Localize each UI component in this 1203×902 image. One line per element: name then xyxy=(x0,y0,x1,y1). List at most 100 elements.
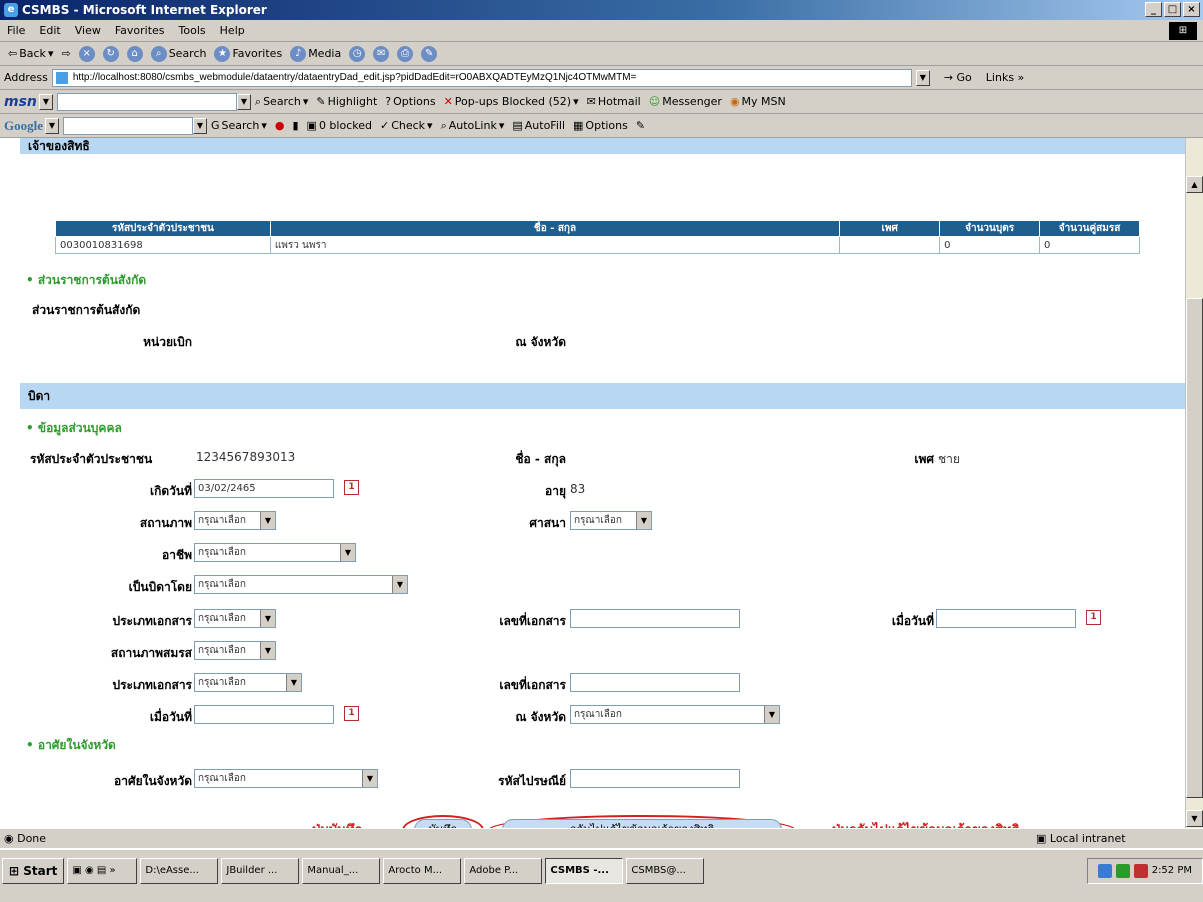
google-search-input[interactable] xyxy=(63,116,193,135)
docno-input[interactable] xyxy=(570,609,740,628)
refresh-button[interactable]: ↻ xyxy=(102,45,119,62)
google-options-button[interactable]: ▦ Options xyxy=(573,119,628,132)
google-check-button[interactable]: ✓ Check ▾ xyxy=(380,119,433,132)
date2-calendar-icon[interactable]: 1 xyxy=(344,706,359,721)
back-arrow-icon: ⇦ xyxy=(8,47,18,60)
quick-launch[interactable]: ▣ ◉ ▤ » xyxy=(67,858,138,884)
menu-help[interactable]: Help xyxy=(220,24,245,37)
marital-select[interactable]: กรุณาเลือก ▼ xyxy=(194,641,276,660)
province2-select[interactable]: กรุณาเลือก ▼ xyxy=(570,705,780,724)
vertical-scrollbar[interactable]: ▲ ▼ xyxy=(1185,138,1203,828)
docno2-input[interactable] xyxy=(570,673,740,692)
menu-file[interactable]: File xyxy=(7,24,25,37)
tray-icon[interactable] xyxy=(1097,864,1112,878)
start-button[interactable]: ⊞ Start xyxy=(2,858,65,884)
msn-logo: msn xyxy=(4,93,37,110)
scroll-down-button[interactable]: ▼ xyxy=(1186,810,1203,827)
taskbar-item-arocto[interactable]: Arocto M... xyxy=(383,858,462,884)
google-search-dropdown[interactable]: ▼ xyxy=(193,117,207,134)
msn-menu-dropdown[interactable]: ▼ xyxy=(38,93,53,110)
career-select[interactable]: กรุณาเลือก ▼ xyxy=(194,543,356,562)
birth-date-input[interactable]: 03/02/2465 xyxy=(194,479,334,498)
tray-icon[interactable] xyxy=(1115,864,1130,878)
edit-button[interactable]: ✎ xyxy=(421,45,438,62)
history-button[interactable]: ◷ xyxy=(349,45,366,62)
home-button[interactable]: ⌂ xyxy=(126,45,143,62)
taskbar-item-adobe[interactable]: Adobe P... xyxy=(464,858,543,884)
doc-date-input[interactable] xyxy=(936,609,1076,628)
doctype-select[interactable]: กรุณาเลือก ▼ xyxy=(194,609,276,628)
taskbar-item-csmbs-mail[interactable]: CSMBS@... xyxy=(626,858,705,884)
news-icon: ● xyxy=(274,119,285,132)
doctype2-select[interactable]: กรุณาเลือก ▼ xyxy=(194,673,302,692)
scroll-up-button[interactable]: ▲ xyxy=(1186,176,1203,193)
window-title: CSMBS - Microsoft Internet Explorer xyxy=(22,3,267,17)
mymsn-icon: ◉ xyxy=(729,95,740,108)
mail-button[interactable]: ✉ xyxy=(373,45,390,62)
close-button[interactable]: × xyxy=(1183,2,1200,17)
taskbar-item-manual[interactable]: Manual_... xyxy=(302,858,381,884)
back-to-owner-button[interactable]: กลับไปแก้ไขข้อมูลเจ้าของสิทธิ xyxy=(502,819,782,828)
google-blocked-button[interactable]: ▣ 0 blocked xyxy=(307,119,372,132)
favorites-button[interactable]: ★ Favorites xyxy=(214,45,282,62)
chevron-down-icon: ▼ xyxy=(260,610,275,627)
google-news-button[interactable]: ● xyxy=(275,119,285,132)
print-button[interactable]: ⎙ xyxy=(397,45,414,62)
religion-select[interactable]: กรุณาเลือก ▼ xyxy=(570,511,652,530)
father-by-select[interactable]: กรุณาเลือก ▼ xyxy=(194,575,408,594)
reside-select[interactable]: กรุณาเลือก ▼ xyxy=(194,769,378,788)
msn-search-dropdown[interactable]: ▼ xyxy=(236,93,251,110)
google-pen-icon[interactable]: ✎ xyxy=(636,119,645,132)
birth-calendar-icon[interactable]: 1 xyxy=(344,480,359,495)
save-button[interactable]: บันทึก xyxy=(414,819,472,828)
messenger-icon: ☺ xyxy=(648,95,661,108)
search-button[interactable]: ⌕ Search xyxy=(150,45,206,62)
table-row[interactable]: 0030010831698 แพรว นพรา 0 0 xyxy=(55,236,1140,254)
google-logo: Google xyxy=(4,117,43,133)
page-icon xyxy=(55,71,68,84)
msn-search-input[interactable] xyxy=(56,92,237,111)
doc-calendar-icon[interactable]: 1 xyxy=(1086,610,1101,625)
address-dropdown[interactable]: ▼ xyxy=(915,69,930,86)
google-autofill-button[interactable]: ▤ AutoFill xyxy=(512,119,565,132)
page-content: เจ้าของสิทธิ รหัสประจำตัวประชาชน ชื่อ - … xyxy=(0,138,1185,828)
minimize-button[interactable]: _ xyxy=(1145,2,1162,17)
status-select[interactable]: กรุณาเลือก ▼ xyxy=(194,511,276,530)
forward-button[interactable]: ⇨ xyxy=(61,47,70,60)
google-menu-dropdown[interactable]: ▼ xyxy=(45,117,59,134)
print-icon: ⎙ xyxy=(397,45,414,62)
msn-highlight-button[interactable]: ✎ Highlight xyxy=(316,95,377,108)
taskbar-item-easse[interactable]: D:\eAsse... xyxy=(140,858,219,884)
msn-hotmail-button[interactable]: ✉ Hotmail xyxy=(587,95,641,108)
address-input[interactable]: http://localhost:8080/csmbs_webmodule/da… xyxy=(51,68,912,87)
msn-popups-button[interactable]: ✕ Pop-ups Blocked (52) ▾ xyxy=(444,95,579,108)
menu-view[interactable]: View xyxy=(75,24,101,37)
taskbar-item-csmbs[interactable]: CSMBS -... xyxy=(545,858,624,884)
zip-input[interactable] xyxy=(570,769,740,788)
media-button[interactable]: ♪ Media xyxy=(290,45,341,62)
mail-icon: ✉ xyxy=(373,45,390,62)
menu-favorites[interactable]: Favorites xyxy=(115,24,165,37)
back-button[interactable]: ⇦ Back ▾ xyxy=(8,47,53,60)
msn-messenger-button[interactable]: ☺ Messenger xyxy=(649,95,722,108)
maximize-button[interactable]: □ xyxy=(1164,2,1181,17)
date2-label: เมื่อวันที่ xyxy=(149,710,192,724)
tray-icon[interactable] xyxy=(1133,864,1148,878)
go-button[interactable]: → Go xyxy=(944,71,972,84)
stop-button[interactable]: × xyxy=(78,45,95,62)
menu-edit[interactable]: Edit xyxy=(39,24,60,37)
menu-tools[interactable]: Tools xyxy=(179,24,206,37)
gender-value: ชาย xyxy=(938,452,960,466)
province2-label: ณ จังหวัด xyxy=(515,710,566,724)
date2-input[interactable] xyxy=(194,705,334,724)
scroll-thumb[interactable] xyxy=(1186,298,1203,798)
msn-mymsn-button[interactable]: ◉ My MSN xyxy=(730,95,786,108)
google-autolink-button[interactable]: ⌕ AutoLink ▾ xyxy=(441,119,505,133)
msn-options-button[interactable]: ? Options xyxy=(385,95,435,108)
msn-search-button[interactable]: ⌕ Search ▾ xyxy=(255,95,309,109)
links-button[interactable]: Links » xyxy=(986,71,1024,84)
taskbar: ⊞ Start ▣ ◉ ▤ » D:\eAsse... JBuilder ...… xyxy=(0,848,1203,902)
zip-label: รหัสไปรษณีย์ xyxy=(498,774,566,788)
taskbar-item-jbuilder[interactable]: JBuilder ... xyxy=(221,858,300,884)
google-search-button[interactable]: G Search ▾ xyxy=(211,119,267,132)
